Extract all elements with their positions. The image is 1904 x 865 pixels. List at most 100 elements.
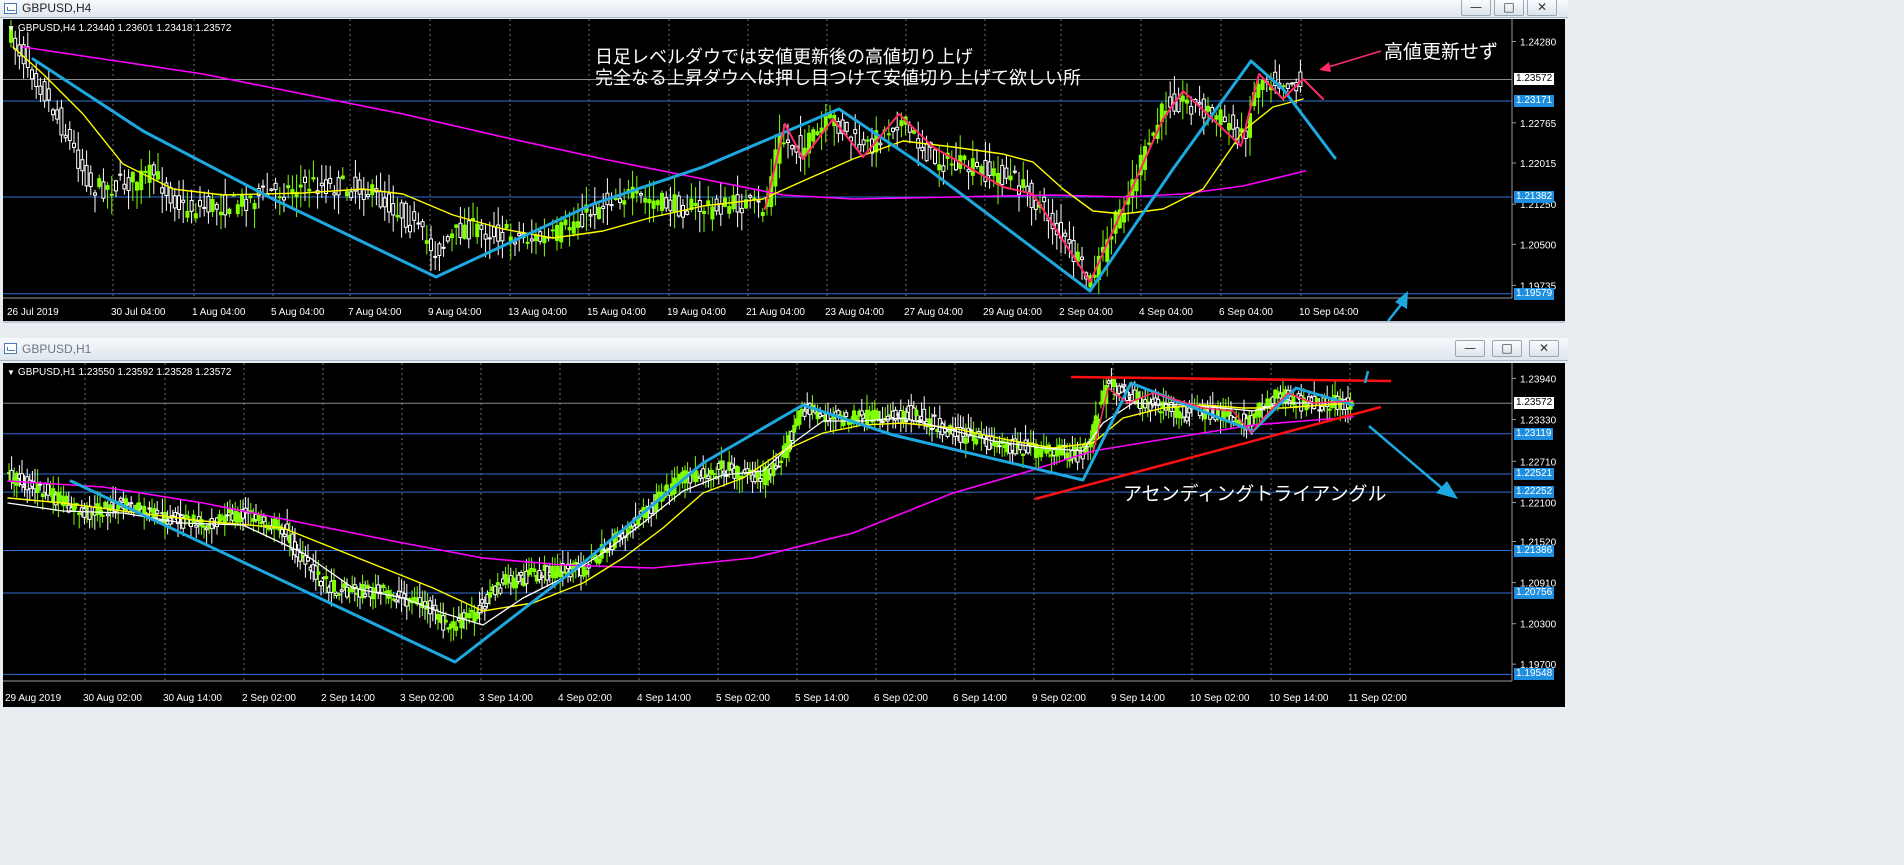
h1-candle-body bbox=[316, 571, 321, 575]
h4-minimize-button[interactable]: — bbox=[1461, 0, 1491, 16]
h1-candle-body bbox=[306, 557, 310, 562]
h4-chart-area[interactable]: 26 Jul 2019 30 Jul 04:00 1 Aug 04:00 5 Aug … bbox=[3, 19, 1565, 321]
h1-candle-body bbox=[932, 414, 937, 417]
h4-candle-body bbox=[97, 178, 102, 188]
level-price-tag: 1.19548 bbox=[1514, 668, 1555, 681]
x-axis-tick-label: 6 Sep 04:00 bbox=[1219, 307, 1273, 318]
h1-candle-body bbox=[20, 473, 24, 486]
h4-candle-body bbox=[483, 233, 488, 240]
h4-candle-body bbox=[668, 199, 673, 212]
h1-candle-body bbox=[930, 428, 934, 431]
h1-maximize-button[interactable]: □ bbox=[1492, 340, 1522, 357]
h1-candle-body bbox=[802, 410, 807, 417]
h4-candle-body bbox=[114, 180, 118, 192]
h1-candle-body bbox=[352, 584, 357, 588]
h1-candle-body bbox=[371, 593, 375, 600]
h4-candle-body bbox=[122, 183, 127, 190]
y-axis-tick-label: 1.22100 bbox=[1520, 498, 1557, 509]
h1-candle-body bbox=[875, 410, 880, 421]
h4-candle-body bbox=[660, 192, 664, 211]
h1-candle-body bbox=[274, 519, 279, 527]
h4-title-bar[interactable]: GBPUSD,H4 — □ ✕ bbox=[0, 0, 1568, 18]
h4-candle-body bbox=[227, 208, 232, 215]
level-price-tag: 1.23119 bbox=[1514, 427, 1554, 440]
h4-close-button[interactable]: ✕ bbox=[1527, 0, 1557, 16]
h1-candle-body bbox=[498, 587, 503, 594]
h4-candle-body bbox=[55, 109, 60, 120]
y-axis-tick-label: 1.22765 bbox=[1520, 119, 1557, 130]
h4-candle-body bbox=[311, 177, 316, 180]
h1-candle-body bbox=[475, 611, 479, 619]
h1-chart-svg: 29 Aug 2019 30 Aug 02:00 30 Aug 14:00 2 Sep… bbox=[3, 363, 1557, 704]
h4-candle-body bbox=[895, 126, 900, 131]
h1-candle-body bbox=[280, 529, 284, 535]
h1-candle-body bbox=[118, 497, 123, 502]
h4-candle-body bbox=[109, 193, 114, 196]
h1-candle-body bbox=[914, 409, 919, 416]
h1-title-bar[interactable]: GBPUSD,H1 — □ ✕ bbox=[0, 338, 1568, 361]
h4-maximize-button[interactable]: □ bbox=[1494, 0, 1524, 16]
h4-candle-body bbox=[517, 232, 522, 237]
h4-ohlc-text: GBPUSD,H4 1.23440 1.23601 1.23418 1.2357… bbox=[17, 23, 232, 34]
h4-candle-body bbox=[1063, 232, 1068, 237]
h4-candle-body bbox=[1025, 185, 1030, 193]
x-axis-tick-label: 10 Sep 14:00 bbox=[1269, 693, 1329, 704]
x-axis-tick-label: 11 Sep 02:00 bbox=[1348, 693, 1407, 704]
h4-candle-body bbox=[676, 195, 681, 217]
h4-candle-body bbox=[151, 164, 156, 176]
h4-candle-body bbox=[815, 131, 820, 136]
y-axis-tick-label: 1.24280 bbox=[1520, 37, 1557, 48]
h4-candle-body bbox=[1004, 167, 1009, 179]
h1-candle-body bbox=[46, 483, 50, 496]
h1-candle-body bbox=[324, 576, 329, 580]
h4-candle-body bbox=[336, 177, 341, 196]
h1-candle-body bbox=[584, 570, 589, 575]
h1-candle-body bbox=[100, 514, 105, 517]
h4-candle-body bbox=[966, 168, 971, 173]
h4-candle-body bbox=[550, 229, 555, 232]
h1-candle-body bbox=[451, 621, 456, 628]
x-axis-tick-label: 1 Aug 04:00 bbox=[192, 307, 246, 318]
h4-candle-body bbox=[67, 128, 72, 142]
h1-candle-body bbox=[836, 410, 841, 416]
h4-candle-body bbox=[1290, 82, 1294, 85]
y-axis-tick-label: 1.23940 bbox=[1520, 374, 1557, 385]
h4-candle-body bbox=[240, 193, 244, 207]
h4-candle-body bbox=[739, 207, 744, 214]
h4-candle-body bbox=[433, 255, 438, 258]
h4-candle-body bbox=[298, 184, 303, 188]
h4-candle-body bbox=[987, 161, 992, 176]
h4-candle-body bbox=[920, 146, 925, 152]
h4-candle-body bbox=[1222, 116, 1227, 123]
h4-candle-body bbox=[1008, 175, 1013, 181]
h4-candle-body bbox=[357, 179, 362, 195]
h1-close-button[interactable]: ✕ bbox=[1529, 340, 1559, 357]
x-axis-tick-label: 5 Sep 14:00 bbox=[795, 693, 849, 704]
h4-candle-body bbox=[580, 213, 585, 228]
h1-minimize-button[interactable]: — bbox=[1455, 340, 1485, 357]
h1-candle-body bbox=[202, 525, 206, 528]
h1-candle-body bbox=[363, 593, 368, 598]
h4-candle-body bbox=[588, 214, 593, 217]
h1-candle-body bbox=[516, 574, 521, 583]
h4-candle-body bbox=[378, 191, 383, 208]
h4-candle-body bbox=[177, 195, 181, 211]
h4-candle-body bbox=[168, 186, 173, 204]
h4-candle-body bbox=[664, 197, 669, 209]
h4-candle-body bbox=[412, 211, 417, 221]
h4-candle-body bbox=[193, 213, 198, 219]
h4-candle-body bbox=[105, 185, 110, 190]
x-axis-tick-label: 27 Aug 04:00 bbox=[904, 307, 963, 318]
h4-candle-body bbox=[416, 222, 421, 225]
h4-candle-body bbox=[865, 139, 870, 142]
h4-candle-body bbox=[269, 188, 274, 191]
h1-chart-area[interactable]: 29 Aug 2019 30 Aug 02:00 30 Aug 14:00 2 Sep… bbox=[3, 363, 1565, 707]
h4-candle-body bbox=[214, 203, 219, 210]
h4-candle-body bbox=[185, 210, 190, 218]
h1-candle-body bbox=[1327, 408, 1332, 411]
h1-candle-body bbox=[332, 579, 336, 592]
h4-candle-body bbox=[282, 196, 286, 201]
h1-candle-body bbox=[376, 584, 381, 593]
h1-candle-body bbox=[482, 605, 487, 610]
h4-candle-body bbox=[1185, 99, 1189, 104]
